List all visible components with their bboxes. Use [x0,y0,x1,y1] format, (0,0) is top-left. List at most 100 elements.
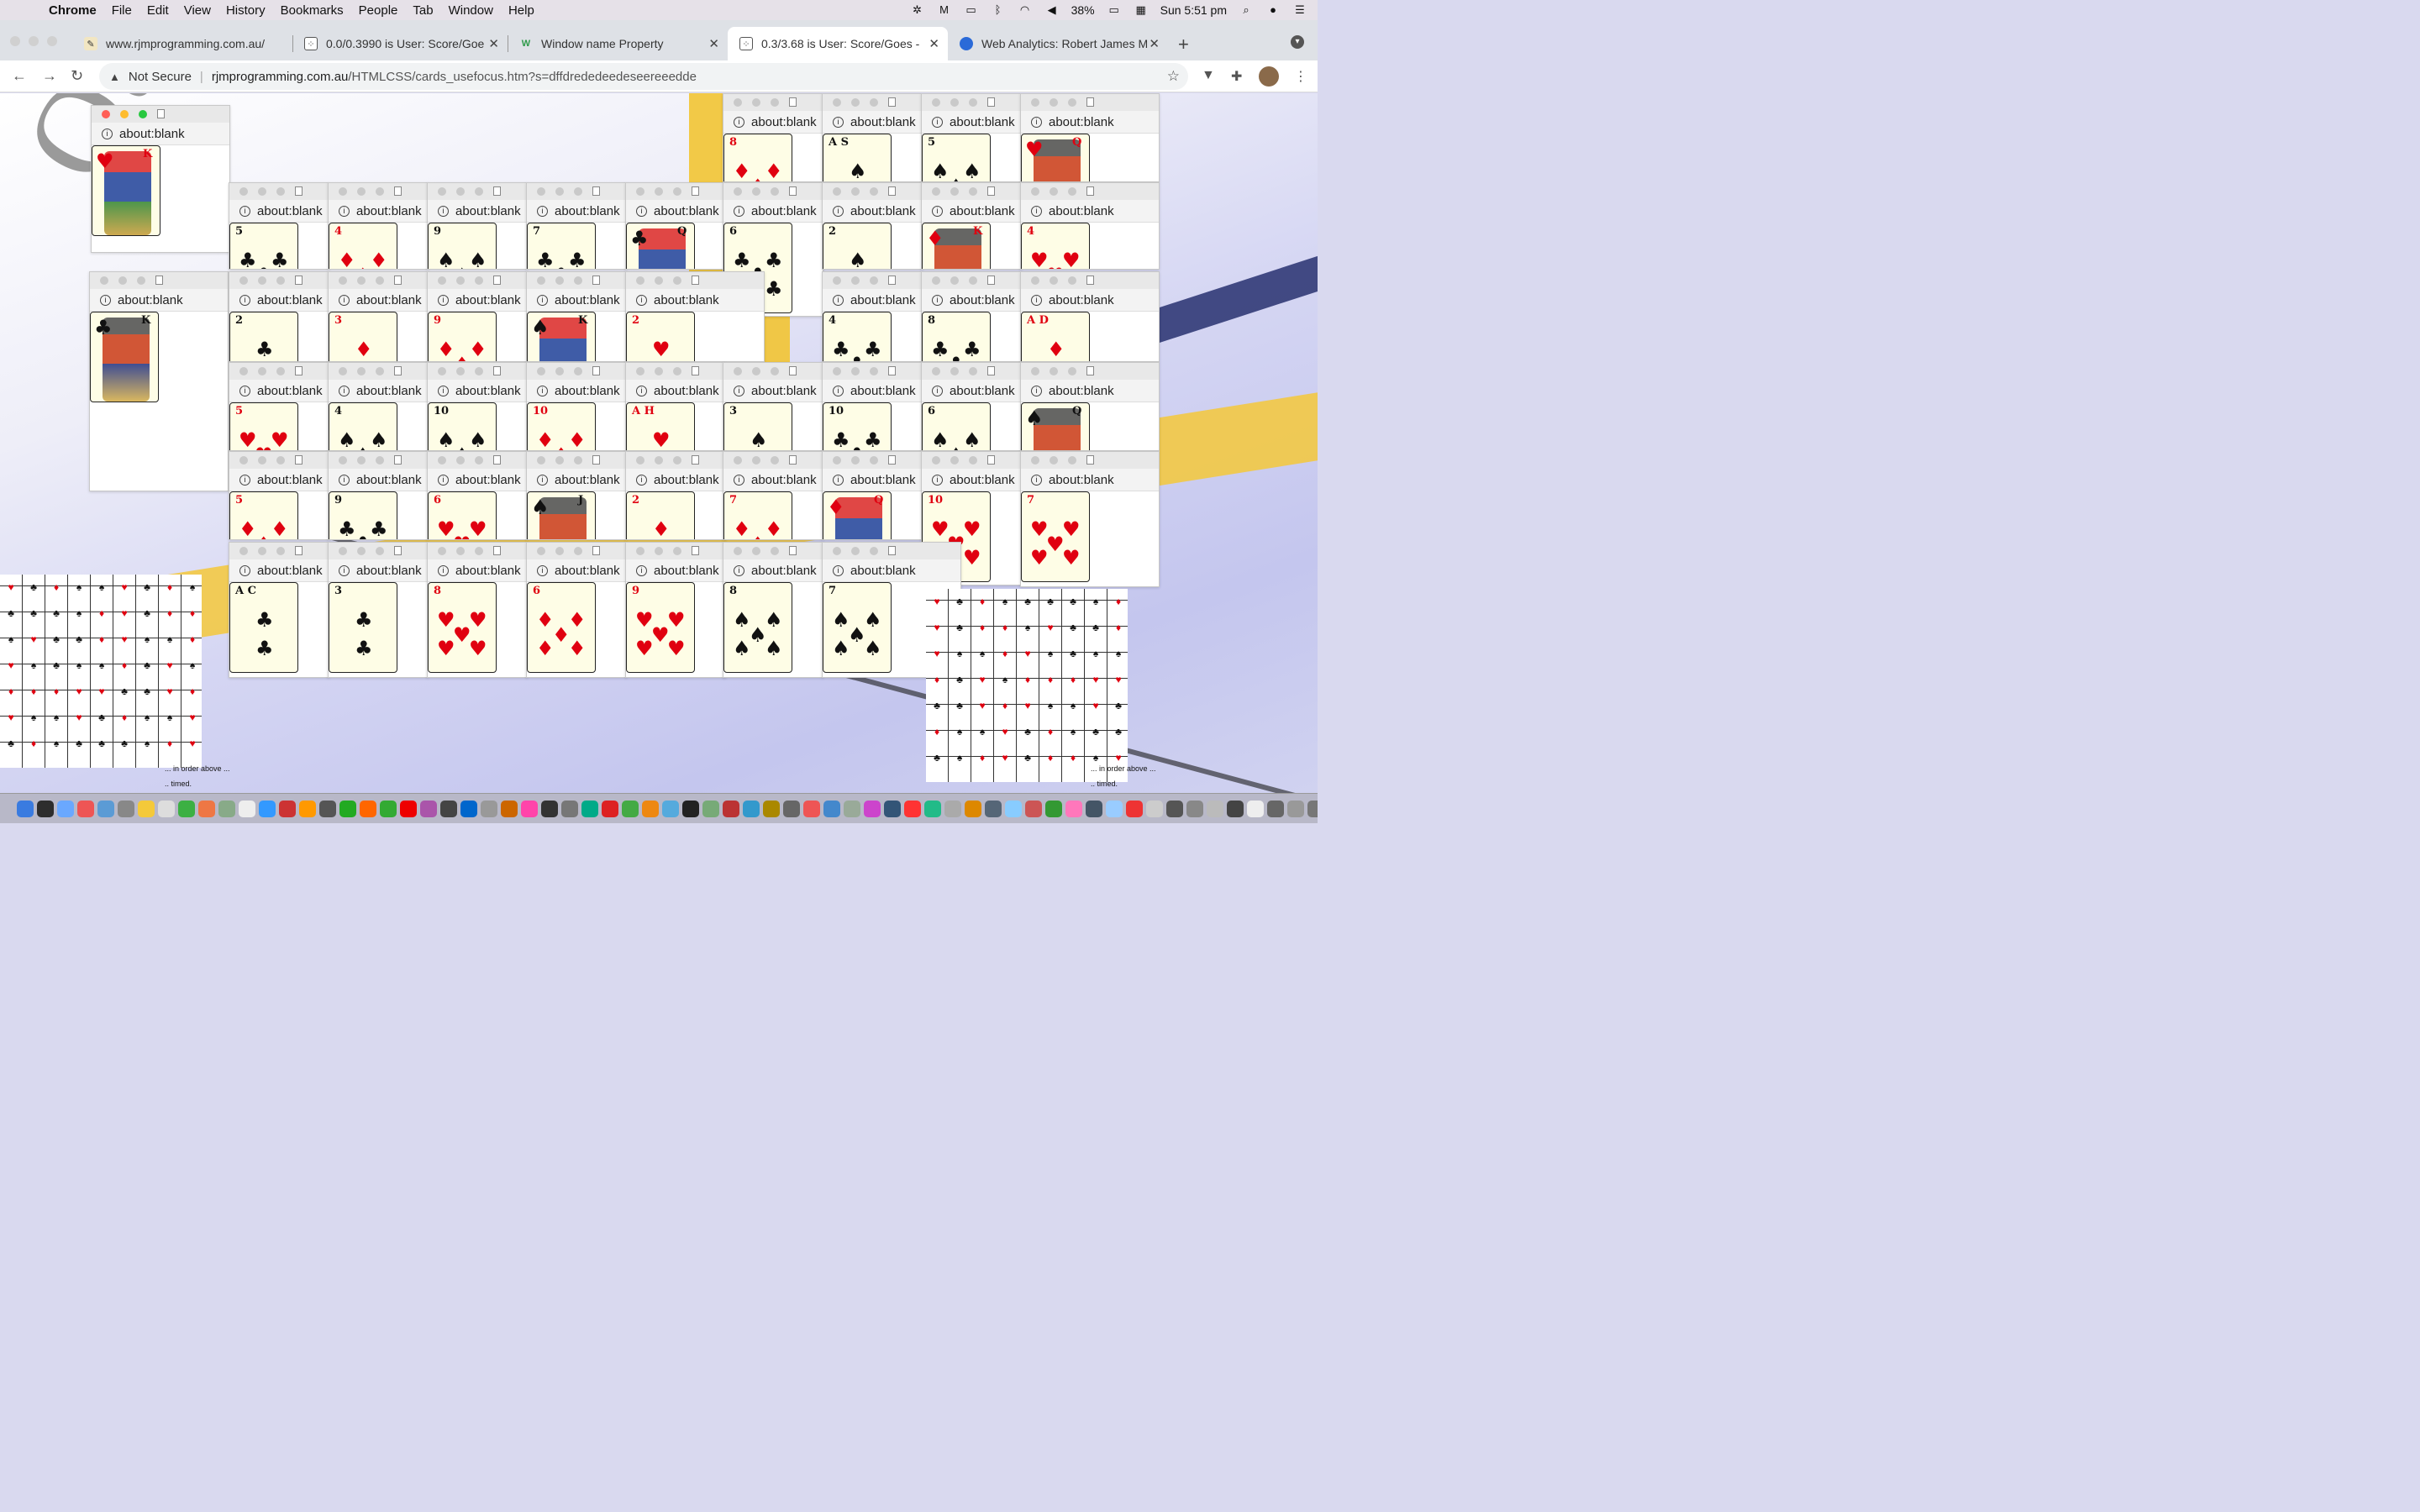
card-popup-window[interactable]: iabout:blank9♣♣♣♣♣ [328,451,429,540]
popup-title-bar[interactable] [723,543,823,559]
card-popup-window[interactable]: iabout:blank9♠♠♠♠♠ [427,182,528,270]
popup-address-bar[interactable]: i about:blank [626,289,764,312]
popup-close-button[interactable] [339,456,347,465]
popup-title-bar[interactable] [823,94,922,111]
popup-title-bar[interactable] [823,272,922,289]
card-popup-window[interactable]: iabout:blank6♠♠♠♠♠ [921,362,1022,451]
popup-zoom-button[interactable] [1068,367,1076,375]
popup-title-bar[interactable] [428,363,527,380]
dock-app-icon[interactable] [218,800,235,817]
popup-zoom-button[interactable] [376,367,384,375]
popup-address-bar[interactable]: i about:blank [823,289,922,312]
popup-address-bar[interactable]: i about:blank [922,380,1021,402]
popup-zoom-button[interactable] [673,276,681,285]
popup-close-button[interactable] [339,187,347,196]
control-center-icon[interactable]: ☰ [1292,4,1307,16]
popup-title-bar[interactable] [1021,363,1159,380]
profile-avatar[interactable] [1259,66,1279,87]
extension-v-icon[interactable]: ▼ [1202,68,1215,83]
popup-minimize-button[interactable] [118,276,127,285]
popup-address-bar[interactable]: i about:blank [428,380,527,402]
info-icon[interactable]: i [833,474,844,486]
popup-title-bar[interactable] [922,363,1021,380]
popup-title-bar[interactable] [229,363,329,380]
card-popup-window[interactable]: i about:blank Q ♠ [1020,362,1160,451]
popup-zoom-button[interactable] [376,187,384,196]
popup-minimize-button[interactable] [851,187,860,196]
card-popup-window[interactable]: iabout:blank5♥♥♥♥♥ [229,362,329,451]
card-popup-window[interactable]: iabout:blank6♥♥♥♥♥ [427,451,528,540]
info-icon[interactable]: i [537,385,548,396]
dock-app-icon[interactable] [723,800,739,817]
popup-minimize-button[interactable] [357,367,366,375]
info-icon[interactable]: i [339,564,350,576]
card-popup-window[interactable]: iabout:blank4♦♦♦♦♦ [328,182,429,270]
card-popup-window[interactable]: iabout:blank10♦♦♦♦♦ [526,362,627,451]
dock-app-icon[interactable] [1045,800,1062,817]
popup-title-bar[interactable] [90,272,228,289]
card-popup-window[interactable]: i about:blank 8 ♠ ♠ ♠ ♠ ♠ [723,542,823,678]
popup-close-button[interactable] [339,367,347,375]
popup-close-button[interactable] [537,187,545,196]
dock-app-icon[interactable] [985,800,1002,817]
menu-tab[interactable]: Tab [413,3,433,18]
tab-rjmprogramming[interactable]: ✎ www.rjmprogramming.com.au/ [72,27,293,60]
info-icon[interactable]: i [734,205,744,217]
playing-card[interactable]: A C ♣ ♣ [229,582,298,673]
info-icon[interactable]: i [932,116,943,128]
popup-address-bar[interactable]: i about:blank [90,289,228,312]
playing-card[interactable]: 4♠♠♠♠♠ [329,402,397,450]
popup-zoom-button[interactable] [1068,187,1076,196]
popup-minimize-button[interactable] [655,547,663,555]
popup-close-button[interactable] [833,456,841,465]
playing-card[interactable]: 2♦♦ [626,491,695,539]
popup-minimize-button[interactable] [120,110,129,118]
popup-address-bar[interactable]: i about:blank [922,111,1021,134]
tab-window-name[interactable]: W Window name Property ✕ [508,27,728,60]
dock-app-icon[interactable] [1227,800,1244,817]
dock-app-icon[interactable] [541,800,558,817]
popup-title-bar[interactable] [329,272,428,289]
popup-close-button[interactable] [636,547,644,555]
info-icon[interactable]: i [339,385,350,396]
dock-app-icon[interactable] [1307,800,1318,817]
dock-app-icon[interactable] [57,800,74,817]
popup-title-bar[interactable] [1021,94,1159,111]
card-popup-window[interactable]: iabout:blank4♥♥♥♥♥ [1020,182,1160,270]
dock-app-icon[interactable] [743,800,760,817]
playing-card[interactable]: 9♠♠♠♠♠ [428,223,497,269]
popup-close-button[interactable] [438,187,446,196]
dock-app-icon[interactable] [239,800,255,817]
popup-close-button[interactable] [932,187,940,196]
info-icon[interactable]: i [833,116,844,128]
popup-address-bar[interactable]: i about:blank [527,469,626,491]
popup-close-button[interactable] [833,98,841,107]
dock-app-icon[interactable] [1065,800,1082,817]
popup-minimize-button[interactable] [258,187,266,196]
dock-app-icon[interactable] [259,800,276,817]
popup-zoom-button[interactable] [870,98,878,107]
info-icon[interactable]: i [339,474,350,486]
popup-title-bar[interactable] [626,183,725,200]
info-icon[interactable]: i [102,128,113,139]
info-icon[interactable]: i [438,474,449,486]
playing-card[interactable]: 5♣♣♣♣♣ [229,223,298,269]
info-icon[interactable]: i [537,474,548,486]
popup-title-bar[interactable] [1021,272,1159,289]
popup-close-button[interactable] [734,367,742,375]
popup-close-button[interactable] [239,367,248,375]
volume-icon[interactable]: ◀ [1044,4,1060,16]
popup-address-bar[interactable]: i about:blank [329,469,428,491]
card-popup-window[interactable]: iabout:blank10♣♣♣♣♣ [822,362,923,451]
popup-title-bar[interactable] [823,452,922,469]
popup-address-bar[interactable]: i about:blank [1021,469,1159,491]
popup-zoom-button[interactable] [673,367,681,375]
dock-app-icon[interactable] [1106,800,1123,817]
popup-close-button[interactable] [100,276,108,285]
popup-zoom-button[interactable] [574,187,582,196]
popup-address-bar[interactable]: i about:blank [92,123,229,145]
tab-web-analytics[interactable]: Web Analytics: Robert James M ✕ [948,27,1168,60]
popup-address-bar[interactable]: i about:blank [723,469,823,491]
playing-card[interactable]: 7♣♣♣♣♣ [527,223,596,269]
popup-title-bar[interactable] [1021,452,1159,469]
